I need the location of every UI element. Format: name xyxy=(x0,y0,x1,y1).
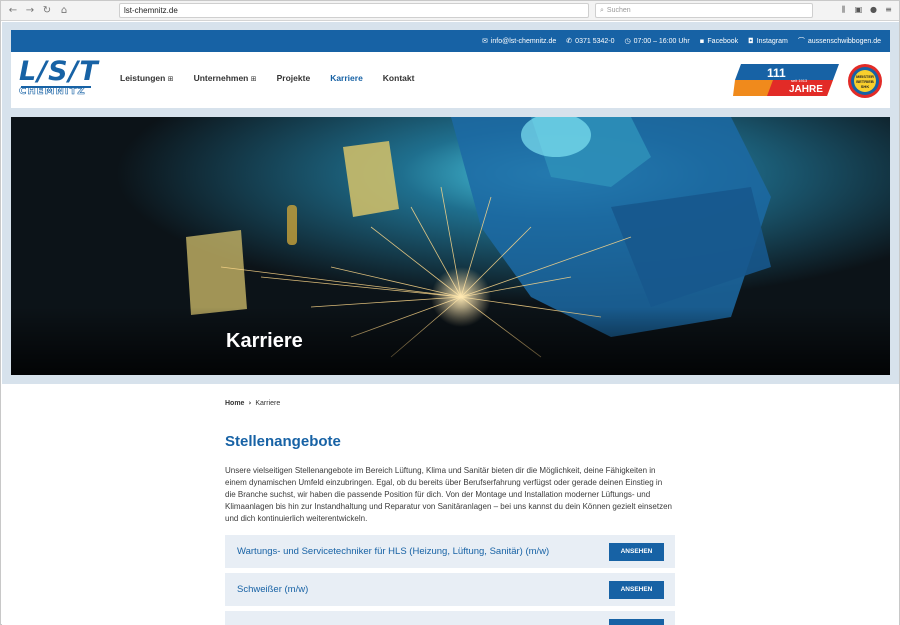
chevron-right-icon: › xyxy=(248,399,252,407)
address-text: lst-chemnitz.de xyxy=(124,6,178,15)
browser-search-input[interactable]: ⌕ Suchen xyxy=(595,3,813,18)
site-header: L/S/T CHEMNITZ Leistungen ⊞ Unternehmen … xyxy=(11,52,890,108)
email-text: info@lst-chemnitz.de xyxy=(490,37,557,45)
nav-item-leistungen[interactable]: Leistungen ⊞ xyxy=(120,73,174,83)
extra-site-text: aussenschwibbogen.de xyxy=(807,37,881,45)
hero-banner: Karriere xyxy=(11,117,890,375)
home-icon[interactable]: ⌂ xyxy=(58,5,70,17)
extra-site-link[interactable]: ⌒ aussenschwibbogen.de xyxy=(798,36,881,46)
facebook-link[interactable]: ▪ Facebook xyxy=(700,37,739,45)
anniversary-badge: 111 seit 1913 JAHRE xyxy=(733,64,839,96)
seal-ring: MEISTER BETRIEB SHK xyxy=(851,67,879,95)
phone-icon: ✆ xyxy=(566,37,573,45)
mail-icon: ✉ xyxy=(481,37,488,45)
breadcrumb: Home › Karriere xyxy=(225,399,280,407)
search-icon: ⌕ xyxy=(600,7,604,14)
nav-label: Unternehmen xyxy=(193,73,249,83)
search-placeholder: Suchen xyxy=(606,7,631,14)
section-heading: Stellenangebote xyxy=(225,433,341,450)
sidebar-icon[interactable]: ▣ xyxy=(854,4,863,16)
browser-window: ← → ↻ ⌂ lst-chemnitz.de ⌕ Suchen ⫼ ▣ ● ≡ … xyxy=(0,0,900,625)
anniversary-since: seit 1913 xyxy=(791,78,808,83)
company-logo[interactable]: L/S/T CHEMNITZ xyxy=(19,58,99,104)
breadcrumb-home[interactable]: Home xyxy=(225,400,244,407)
account-icon[interactable]: ● xyxy=(869,4,878,16)
reload-icon[interactable]: ↻ xyxy=(41,5,53,17)
view-job-button[interactable]: ANSEHEN xyxy=(609,581,664,599)
instagram-icon: ◘ xyxy=(748,37,754,45)
utility-bar: ✉ info@lst-chemnitz.de ✆ 0371 5342-0 ◷ 07:0… xyxy=(11,30,890,52)
back-icon[interactable]: ← xyxy=(7,5,19,17)
clock-icon: ◷ xyxy=(624,37,631,45)
facebook-text: Facebook xyxy=(707,37,739,45)
browser-tool-icons: ⫼ ▣ ● ≡ xyxy=(839,4,893,16)
logo-underline xyxy=(21,86,91,88)
hero-image xyxy=(11,117,890,375)
library-icon[interactable]: ⫼ xyxy=(839,4,848,16)
phone-link[interactable]: ✆ 0371 5342-0 xyxy=(566,37,614,45)
job-list: Wartungs- und Servicetechniker für HLS (… xyxy=(225,535,675,625)
expand-icon: ⊞ xyxy=(250,75,257,83)
intro-paragraph: Unsere vielseitigen Stellenangebote im B… xyxy=(225,466,672,523)
address-bar[interactable]: lst-chemnitz.de xyxy=(119,3,589,18)
job-title[interactable]: Schweißer (m/w) xyxy=(237,584,308,595)
seal-text: MEISTER BETRIEB SHK xyxy=(854,70,876,92)
hours-info: ◷ 07:00 – 16:00 Uhr xyxy=(625,37,690,45)
job-item[interactable]: Wartungs- und Servicetechniker für HLS (… xyxy=(225,535,675,568)
web-page: ✉ info@lst-chemnitz.de ✆ 0371 5342-0 ◷ 07:0… xyxy=(2,22,899,625)
nav-item-projekte[interactable]: Projekte xyxy=(277,73,311,83)
main-nav: Leistungen ⊞ Unternehmen ⊞ Projekte Karr… xyxy=(120,73,414,83)
hero-title: Karriere xyxy=(226,330,303,352)
facebook-icon: ▪ xyxy=(699,37,705,45)
instagram-link[interactable]: ◘ Instagram xyxy=(748,37,788,45)
nav-label: Leistungen xyxy=(120,73,166,83)
job-item[interactable]: Schweißer (m/w) ANSEHEN xyxy=(225,573,675,606)
email-link[interactable]: ✉ info@lst-chemnitz.de xyxy=(482,37,556,45)
instagram-text: Instagram xyxy=(756,37,788,45)
breadcrumb-current: Karriere xyxy=(255,399,281,407)
nav-item-kontakt[interactable]: Kontakt xyxy=(383,73,415,83)
expand-icon: ⊞ xyxy=(167,75,174,83)
anniversary-word: JAHRE xyxy=(789,84,823,95)
master-seal: MEISTER BETRIEB SHK xyxy=(848,64,882,98)
arch-icon: ⌒ xyxy=(797,37,805,45)
logo-main: L/S/T xyxy=(19,56,99,87)
nav-item-karriere[interactable]: Karriere xyxy=(330,73,363,83)
phone-text: 0371 5342-0 xyxy=(575,37,615,45)
browser-toolbar: ← → ↻ ⌂ lst-chemnitz.de ⌕ Suchen ⫼ ▣ ● ≡ xyxy=(1,1,899,21)
nav-item-unternehmen[interactable]: Unternehmen ⊞ xyxy=(194,73,257,83)
job-item[interactable] xyxy=(225,611,675,625)
hours-text: 07:00 – 16:00 Uhr xyxy=(633,37,690,45)
forward-icon[interactable]: → xyxy=(24,5,36,17)
anniversary-number: 111 xyxy=(767,66,786,80)
view-job-button[interactable]: ANSEHEN xyxy=(609,543,664,561)
menu-icon[interactable]: ≡ xyxy=(884,4,893,16)
job-title[interactable]: Wartungs- und Servicetechniker für HLS (… xyxy=(237,546,549,557)
view-job-button[interactable] xyxy=(609,619,664,625)
